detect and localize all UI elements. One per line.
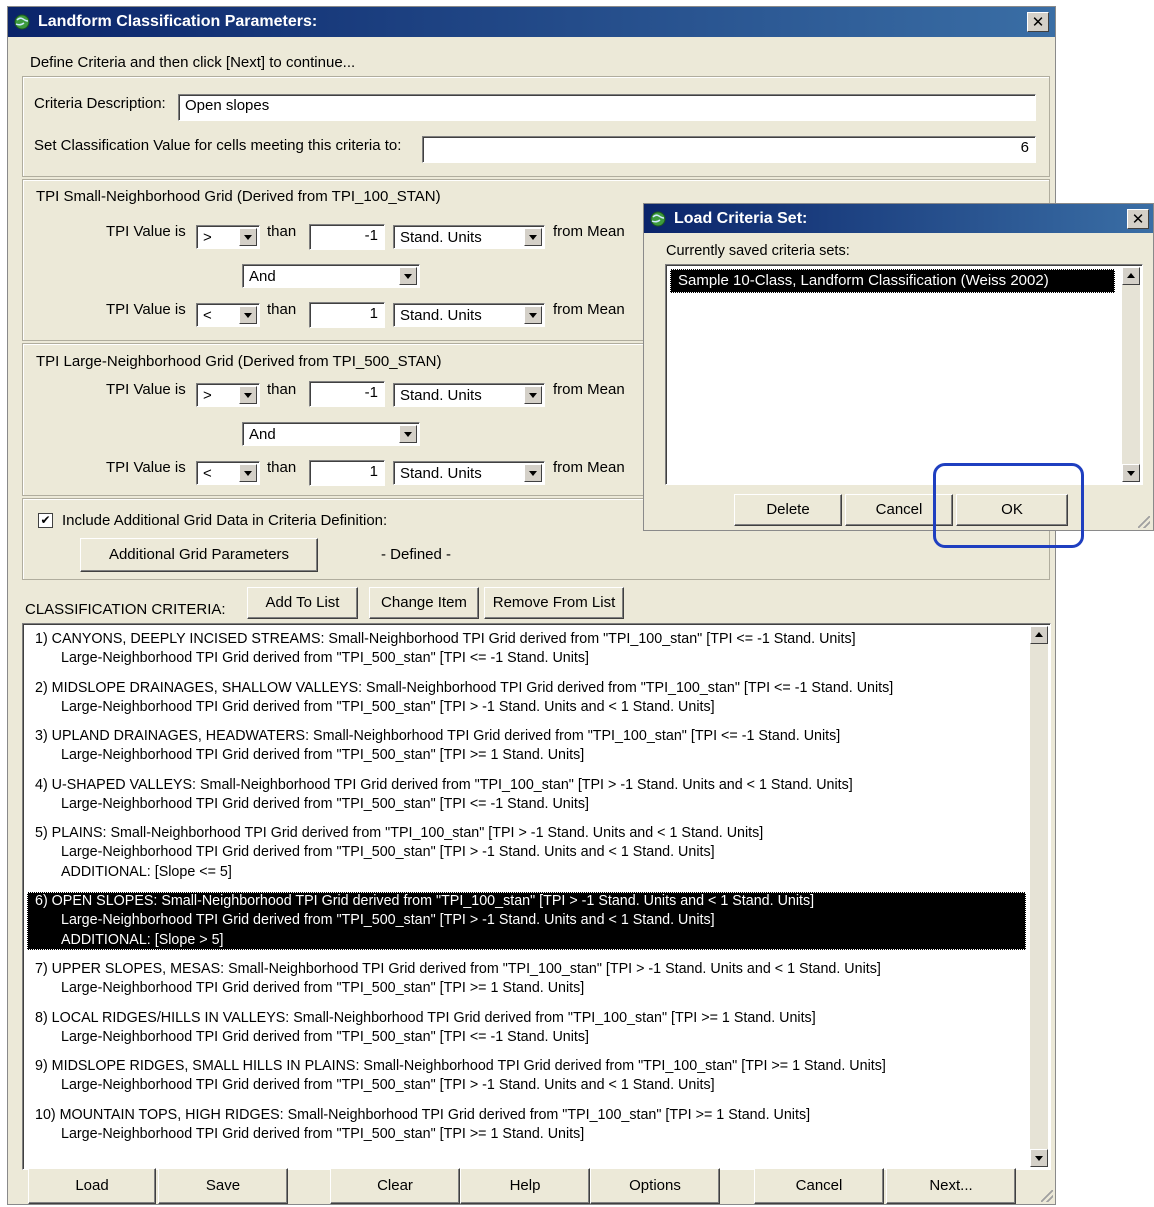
options-button[interactable]: Options <box>590 1168 720 1204</box>
classification-value-input[interactable]: 6 <box>422 136 1036 163</box>
small-grid-title: TPI Small-Neighborhood Grid (Derived fro… <box>36 188 441 205</box>
chevron-down-icon[interactable] <box>239 386 257 404</box>
list-item[interactable]: 4) U-SHAPED VALLEYS: Small-Neighborhood … <box>27 776 1026 815</box>
small-row1-value-input[interactable]: -1 <box>309 224 385 250</box>
large-grid-title: TPI Large-Neighborhood Grid (Derived fro… <box>36 353 442 370</box>
large-conjunction-select[interactable]: And <box>242 422 420 446</box>
scroll-down-arrow-icon[interactable] <box>1030 1149 1048 1167</box>
list-item-selected[interactable]: 6) OPEN SLOPES: Small-Neighborhood TPI G… <box>27 892 1026 951</box>
dialog-close-button[interactable]: ✕ <box>1127 209 1149 229</box>
main-close-button[interactable]: ✕ <box>1027 12 1049 32</box>
save-button[interactable]: Save <box>158 1168 288 1204</box>
list-item-selected[interactable]: Sample 10-Class, Landform Classification… <box>670 269 1115 293</box>
large-row2-label: TPI Value is <box>106 459 186 476</box>
dialog-title-bar[interactable]: Load Criteria Set: ✕ <box>644 204 1153 233</box>
close-icon: ✕ <box>1131 210 1145 228</box>
large-row2-than: than <box>267 459 297 476</box>
load-button[interactable]: Load <box>28 1168 156 1204</box>
include-additional-checkbox[interactable]: ✔ <box>38 513 53 528</box>
large-row2-operator-select[interactable]: < <box>196 461 260 485</box>
check-mark-icon: ✔ <box>40 513 51 527</box>
additional-status-text: - Defined - <box>381 546 452 563</box>
globe-icon <box>650 211 666 227</box>
scroll-up-arrow-icon[interactable] <box>1122 267 1140 285</box>
scroll-up-arrow-icon[interactable] <box>1030 626 1048 644</box>
main-window-title: Landform Classification Parameters: <box>38 13 318 30</box>
small-row2-from: from Mean <box>553 301 625 318</box>
large-row1-value-input[interactable]: -1 <box>309 381 385 407</box>
list-item[interactable]: 5) PLAINS: Small-Neighborhood TPI Grid d… <box>27 824 1026 882</box>
classification-value-label: Set Classification Value for cells meeti… <box>34 137 402 154</box>
small-row2-units-select[interactable]: Stand. Units <box>393 303 545 327</box>
include-additional-label: Include Additional Grid Data in Criteria… <box>62 512 388 529</box>
list-item[interactable]: 7) UPPER SLOPES, MESAS: Small-Neighborho… <box>27 960 1026 999</box>
list-item[interactable]: 8) LOCAL RIDGES/HILLS IN VALLEYS: Small-… <box>27 1009 1026 1048</box>
chevron-down-icon[interactable] <box>399 425 417 443</box>
small-row1-from: from Mean <box>553 223 625 240</box>
additional-grid-parameters-button[interactable]: Additional Grid Parameters <box>80 538 318 572</box>
ok-button-highlight-annotation <box>933 463 1084 548</box>
chevron-down-icon[interactable] <box>524 464 542 482</box>
large-row1-operator-select[interactable]: > <box>196 383 260 407</box>
criteria-listbox[interactable]: 1) CANYONS, DEEPLY INCISED STREAMS: Smal… <box>22 623 1051 1170</box>
main-title-bar[interactable]: Landform Classification Parameters: ✕ <box>8 7 1055 37</box>
small-row1-operator-select[interactable]: > <box>196 225 260 249</box>
globe-icon <box>14 14 30 30</box>
clear-button[interactable]: Clear <box>330 1168 460 1204</box>
criteria-description-label: Criteria Description: <box>34 95 166 112</box>
resize-grip-icon[interactable] <box>1041 1190 1053 1202</box>
small-row1-label: TPI Value is <box>106 223 186 240</box>
chevron-down-icon[interactable] <box>524 386 542 404</box>
large-row1-from: from Mean <box>553 381 625 398</box>
small-row2-operator-select[interactable]: < <box>196 303 260 327</box>
saved-sets-listbox[interactable]: Sample 10-Class, Landform Classification… <box>665 264 1143 485</box>
small-row2-value-input[interactable]: 1 <box>309 302 385 328</box>
instruction-text: Define Criteria and then click [Next] to… <box>30 54 356 71</box>
list-item[interactable]: 2) MIDSLOPE DRAINAGES, SHALLOW VALLEYS: … <box>27 679 1026 718</box>
large-row2-units-select[interactable]: Stand. Units <box>393 461 545 485</box>
cancel-button[interactable]: Cancel <box>754 1168 884 1204</box>
chevron-down-icon[interactable] <box>399 267 417 285</box>
saved-sets-scrollbar[interactable] <box>1122 267 1140 482</box>
dialog-title: Load Criteria Set: <box>674 210 808 227</box>
list-item[interactable]: 3) UPLAND DRAINAGES, HEADWATERS: Small-N… <box>27 727 1026 766</box>
large-row2-from: from Mean <box>553 459 625 476</box>
small-row2-than: than <box>267 301 297 318</box>
chevron-down-icon[interactable] <box>239 464 257 482</box>
add-to-list-button[interactable]: Add To List <box>247 587 358 619</box>
small-row1-units-select[interactable]: Stand. Units <box>393 225 545 249</box>
large-row1-units-select[interactable]: Stand. Units <box>393 383 545 407</box>
large-row1-than: than <box>267 381 297 398</box>
resize-grip-icon[interactable] <box>1138 516 1150 528</box>
change-item-button[interactable]: Change Item <box>369 587 479 619</box>
chevron-down-icon[interactable] <box>524 228 542 246</box>
small-row2-label: TPI Value is <box>106 301 186 318</box>
classification-criteria-label: CLASSIFICATION CRITERIA: <box>25 601 226 618</box>
next-button[interactable]: Next... <box>886 1168 1016 1204</box>
dialog-delete-button[interactable]: Delete <box>734 494 842 526</box>
small-conjunction-select[interactable]: And <box>242 264 420 288</box>
criteria-scrollbar[interactable] <box>1030 626 1048 1167</box>
landform-classification-window: Landform Classification Parameters: ✕ De… <box>7 6 1056 1205</box>
saved-sets-label: Currently saved criteria sets: <box>666 243 850 259</box>
chevron-down-icon[interactable] <box>239 306 257 324</box>
list-item[interactable]: 10) MOUNTAIN TOPS, HIGH RIDGES: Small-Ne… <box>27 1106 1026 1145</box>
close-icon: ✕ <box>1031 13 1045 31</box>
small-row1-than: than <box>267 223 297 240</box>
chevron-down-icon[interactable] <box>239 228 257 246</box>
chevron-down-icon[interactable] <box>524 306 542 324</box>
list-item[interactable]: 9) MIDSLOPE RIDGES, SMALL HILLS IN PLAIN… <box>27 1057 1026 1096</box>
help-button[interactable]: Help <box>460 1168 590 1204</box>
list-item[interactable]: 1) CANYONS, DEEPLY INCISED STREAMS: Smal… <box>27 630 1026 669</box>
scroll-down-arrow-icon[interactable] <box>1122 464 1140 482</box>
criteria-description-input[interactable]: Open slopes <box>178 94 1036 121</box>
large-row2-value-input[interactable]: 1 <box>309 460 385 486</box>
remove-from-list-button[interactable]: Remove From List <box>484 587 624 619</box>
large-row1-label: TPI Value is <box>106 381 186 398</box>
